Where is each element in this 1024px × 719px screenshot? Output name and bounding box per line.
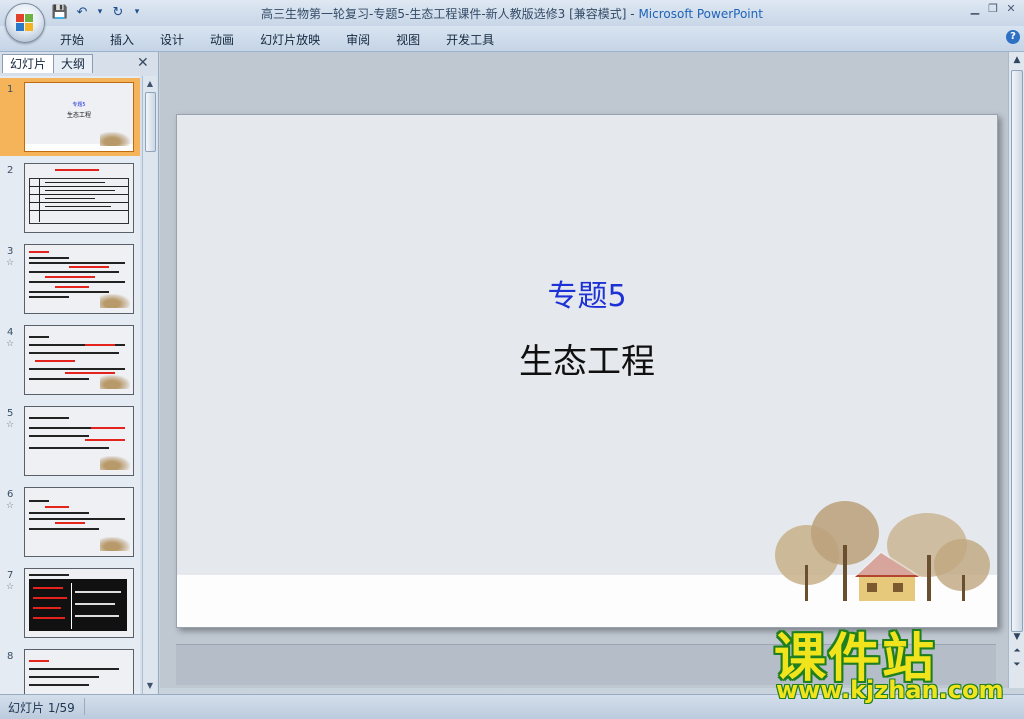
thumbnail-row[interactable]: 2 — [0, 159, 140, 237]
tab-view[interactable]: 视图 — [396, 31, 434, 48]
thumbnail-row[interactable]: 6 ☆ — [0, 483, 140, 561]
help-icon[interactable]: ? — [1006, 30, 1020, 44]
slide-number: 3 — [7, 246, 14, 257]
slide-number: 6 — [7, 489, 14, 500]
scroll-up-icon[interactable]: ▲ — [143, 78, 157, 90]
tab-design[interactable]: 设计 — [160, 31, 198, 48]
slide-thumbnail[interactable]: 专题5 生态工程 — [24, 82, 134, 152]
slide-number: 7 — [7, 570, 14, 581]
slide-subtitle[interactable]: 专题5 — [177, 271, 997, 315]
slide-thumbnail[interactable] — [24, 163, 134, 233]
thumbnail-row[interactable]: 3 ☆ — [0, 240, 140, 318]
window-title: 高三生物第一轮复习-专题5-生态工程课件-新人教版选修3 [兼容模式] - Mi… — [0, 5, 1024, 22]
winter-cottage-illustration — [757, 501, 997, 627]
tab-developer[interactable]: 开发工具 — [446, 31, 508, 48]
watermark-url: www.kjzhan.com — [776, 676, 1004, 704]
title-bar: 💾 ↶ ▾ ↻ ▾ 高三生物第一轮复习-专题5-生态工程课件-新人教版选修3 [… — [0, 0, 1024, 26]
slide-thumbnail[interactable] — [24, 406, 134, 476]
slide-scrollbar[interactable]: ▲ ▼ ⏶ ⏷ — [1008, 52, 1024, 688]
slide-thumbnail[interactable] — [24, 244, 134, 314]
thumbnail-list: 1 专题5 生态工程 2 3 ☆ 4 ☆ 5 ☆ 6 ☆ 7 ☆ 8 — [0, 76, 140, 694]
thumbnail-row[interactable]: 8 — [0, 645, 140, 694]
tab-insert[interactable]: 插入 — [110, 31, 148, 48]
tab-home[interactable]: 开始 — [60, 31, 98, 48]
tab-slides[interactable]: 幻灯片 — [2, 54, 55, 73]
title-separator: - — [626, 7, 639, 21]
slide-editor: 专题5 生态工程 — [160, 52, 1008, 688]
thumb-subtitle: 专题5 — [72, 102, 86, 108]
slide-thumbnail[interactable] — [24, 325, 134, 395]
close-window-icon[interactable]: ✕ — [1004, 2, 1018, 16]
slide-thumbnail[interactable] — [24, 649, 134, 694]
window-controls: ▁ ❐ ✕ — [968, 2, 1018, 16]
tab-review[interactable]: 审阅 — [346, 31, 384, 48]
document-title: 高三生物第一轮复习-专题5-生态工程课件-新人教版选修3 [兼容模式] — [261, 7, 627, 21]
animation-star-icon: ☆ — [6, 420, 15, 430]
tab-animations[interactable]: 动画 — [210, 31, 248, 48]
thumb-title: 生态工程 — [66, 112, 91, 119]
minimize-icon[interactable]: ▁ — [968, 2, 982, 16]
thumbnail-row[interactable]: 7 ☆ — [0, 564, 140, 642]
close-panel-icon[interactable]: ✕ — [137, 55, 149, 71]
ribbon-tabs: 开始 插入 设计 动画 幻灯片放映 审阅 视图 开发工具 — [60, 31, 520, 48]
panel-tabs: 幻灯片 大纲 — [2, 54, 94, 74]
tab-slideshow[interactable]: 幻灯片放映 — [260, 31, 334, 48]
slide-number: 4 — [7, 327, 14, 338]
animation-star-icon: ☆ — [6, 258, 15, 268]
restore-icon[interactable]: ❐ — [986, 2, 1000, 16]
scroll-down-icon[interactable]: ▼ — [143, 680, 157, 692]
animation-star-icon: ☆ — [6, 501, 15, 511]
ribbon: 开始 插入 设计 动画 幻灯片放映 审阅 视图 开发工具 — [0, 26, 1024, 52]
scroll-up-icon[interactable]: ▲ — [1009, 55, 1024, 65]
office-button[interactable] — [5, 3, 45, 43]
slide-title[interactable]: 生态工程 — [177, 334, 997, 383]
slide-indicator: 幻灯片 1/59 — [8, 701, 75, 715]
animation-star-icon: ☆ — [6, 339, 15, 349]
scroll-thumb[interactable] — [1011, 70, 1023, 632]
thumbnail-row[interactable]: 5 ☆ — [0, 402, 140, 480]
thumbnail-scrollbar[interactable]: ▲ ▼ — [142, 76, 157, 694]
slides-panel: 幻灯片 大纲 ✕ 1 专题5 生态工程 2 3 ☆ 4 ☆ 5 ☆ 6 ☆ 7 … — [0, 52, 159, 694]
slide-number: 8 — [7, 651, 14, 662]
animation-star-icon: ☆ — [6, 582, 15, 592]
slide-number: 5 — [7, 408, 14, 419]
app-name: Microsoft PowerPoint — [638, 7, 763, 21]
current-slide[interactable]: 专题5 生态工程 — [176, 114, 998, 628]
slide-thumbnail[interactable] — [24, 487, 134, 557]
office-logo-icon — [16, 14, 34, 32]
scroll-thumb[interactable] — [145, 92, 156, 152]
thumbnail-row[interactable]: 4 ☆ — [0, 321, 140, 399]
slide-number: 1 — [7, 84, 14, 95]
thumbnail-row[interactable]: 1 专题5 生态工程 — [0, 78, 140, 156]
tab-outline[interactable]: 大纲 — [53, 54, 94, 73]
slide-number: 2 — [7, 165, 14, 176]
slide-thumbnail[interactable] — [24, 568, 134, 638]
site-watermark: 课件站 www.kjzhan.com — [770, 616, 1020, 716]
